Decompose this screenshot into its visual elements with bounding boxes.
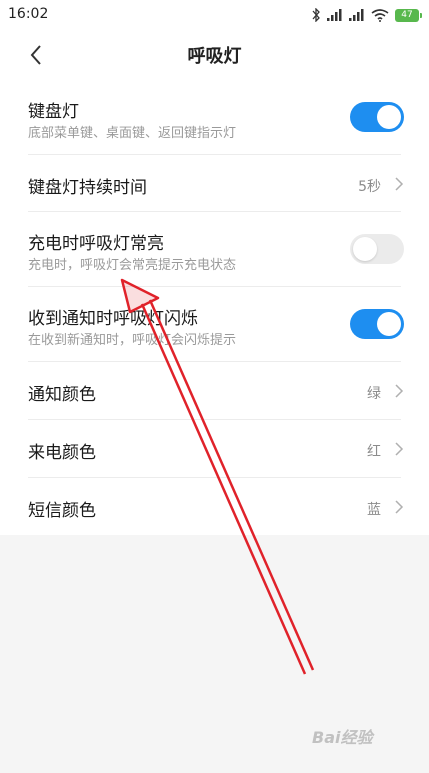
row-subtitle: 充电时，呼吸灯会常亮提示充电状态 [28,258,237,273]
settings-list: 键盘灯 底部菜单键、桌面键、返回键指示灯 键盘灯持续时间 5秒 充电时呼吸灯常亮… [0,80,429,535]
list-item-sms-color[interactable]: 短信颜色 蓝 [0,478,429,535]
row-title: 短信颜色 [28,501,96,521]
row-value: 绿 [367,386,381,402]
status-icons: 47 [311,6,422,24]
row-title: 键盘灯持续时间 [28,178,147,198]
status-time: 16:02 [8,6,49,22]
row-title: 充电时呼吸灯常亮 [28,234,164,254]
list-item-keyboard-duration[interactable]: 键盘灯持续时间 5秒 [0,155,429,212]
signal-icon-2 [349,9,364,21]
list-item-keyboard-light[interactable]: 键盘灯 底部菜单键、桌面键、返回键指示灯 [0,80,429,155]
status-bar: 16:02 47 [0,0,429,30]
row-title: 收到通知时呼吸灯闪烁 [28,309,198,329]
page-title: 呼吸灯 [187,46,242,67]
list-item-charging-light[interactable]: 充电时呼吸灯常亮 充电时，呼吸灯会常亮提示充电状态 [0,212,429,287]
header: 呼吸灯 [0,30,429,80]
list-item-notification-blink[interactable]: 收到通知时呼吸灯闪烁 在收到新通知时，呼吸灯会闪烁提示 [0,287,429,362]
row-title: 来电颜色 [28,443,96,463]
row-value: 5秒 [358,179,381,195]
row-title: 键盘灯 [28,102,79,122]
chevron-right-icon [395,500,404,514]
row-subtitle: 在收到新通知时，呼吸灯会闪烁提示 [28,333,237,348]
bluetooth-icon [312,8,320,22]
notification-blink-toggle[interactable] [350,309,404,339]
chevron-right-icon [395,384,404,398]
chevron-right-icon [395,442,404,456]
charging-light-toggle[interactable] [350,234,404,264]
wifi-icon [371,8,389,22]
battery-icon: 47 [395,8,422,22]
watermark: Bai经验 [312,728,373,747]
list-item-notification-color[interactable]: 通知颜色 绿 [0,362,429,420]
signal-icon [327,9,342,21]
list-item-call-color[interactable]: 来电颜色 红 [0,420,429,478]
row-value: 红 [367,444,381,460]
keyboard-light-toggle[interactable] [350,102,404,132]
battery-level: 47 [401,10,413,20]
row-title: 通知颜色 [28,385,96,405]
row-value: 蓝 [367,502,381,518]
row-subtitle: 底部菜单键、桌面键、返回键指示灯 [28,126,237,141]
chevron-right-icon [395,177,404,191]
